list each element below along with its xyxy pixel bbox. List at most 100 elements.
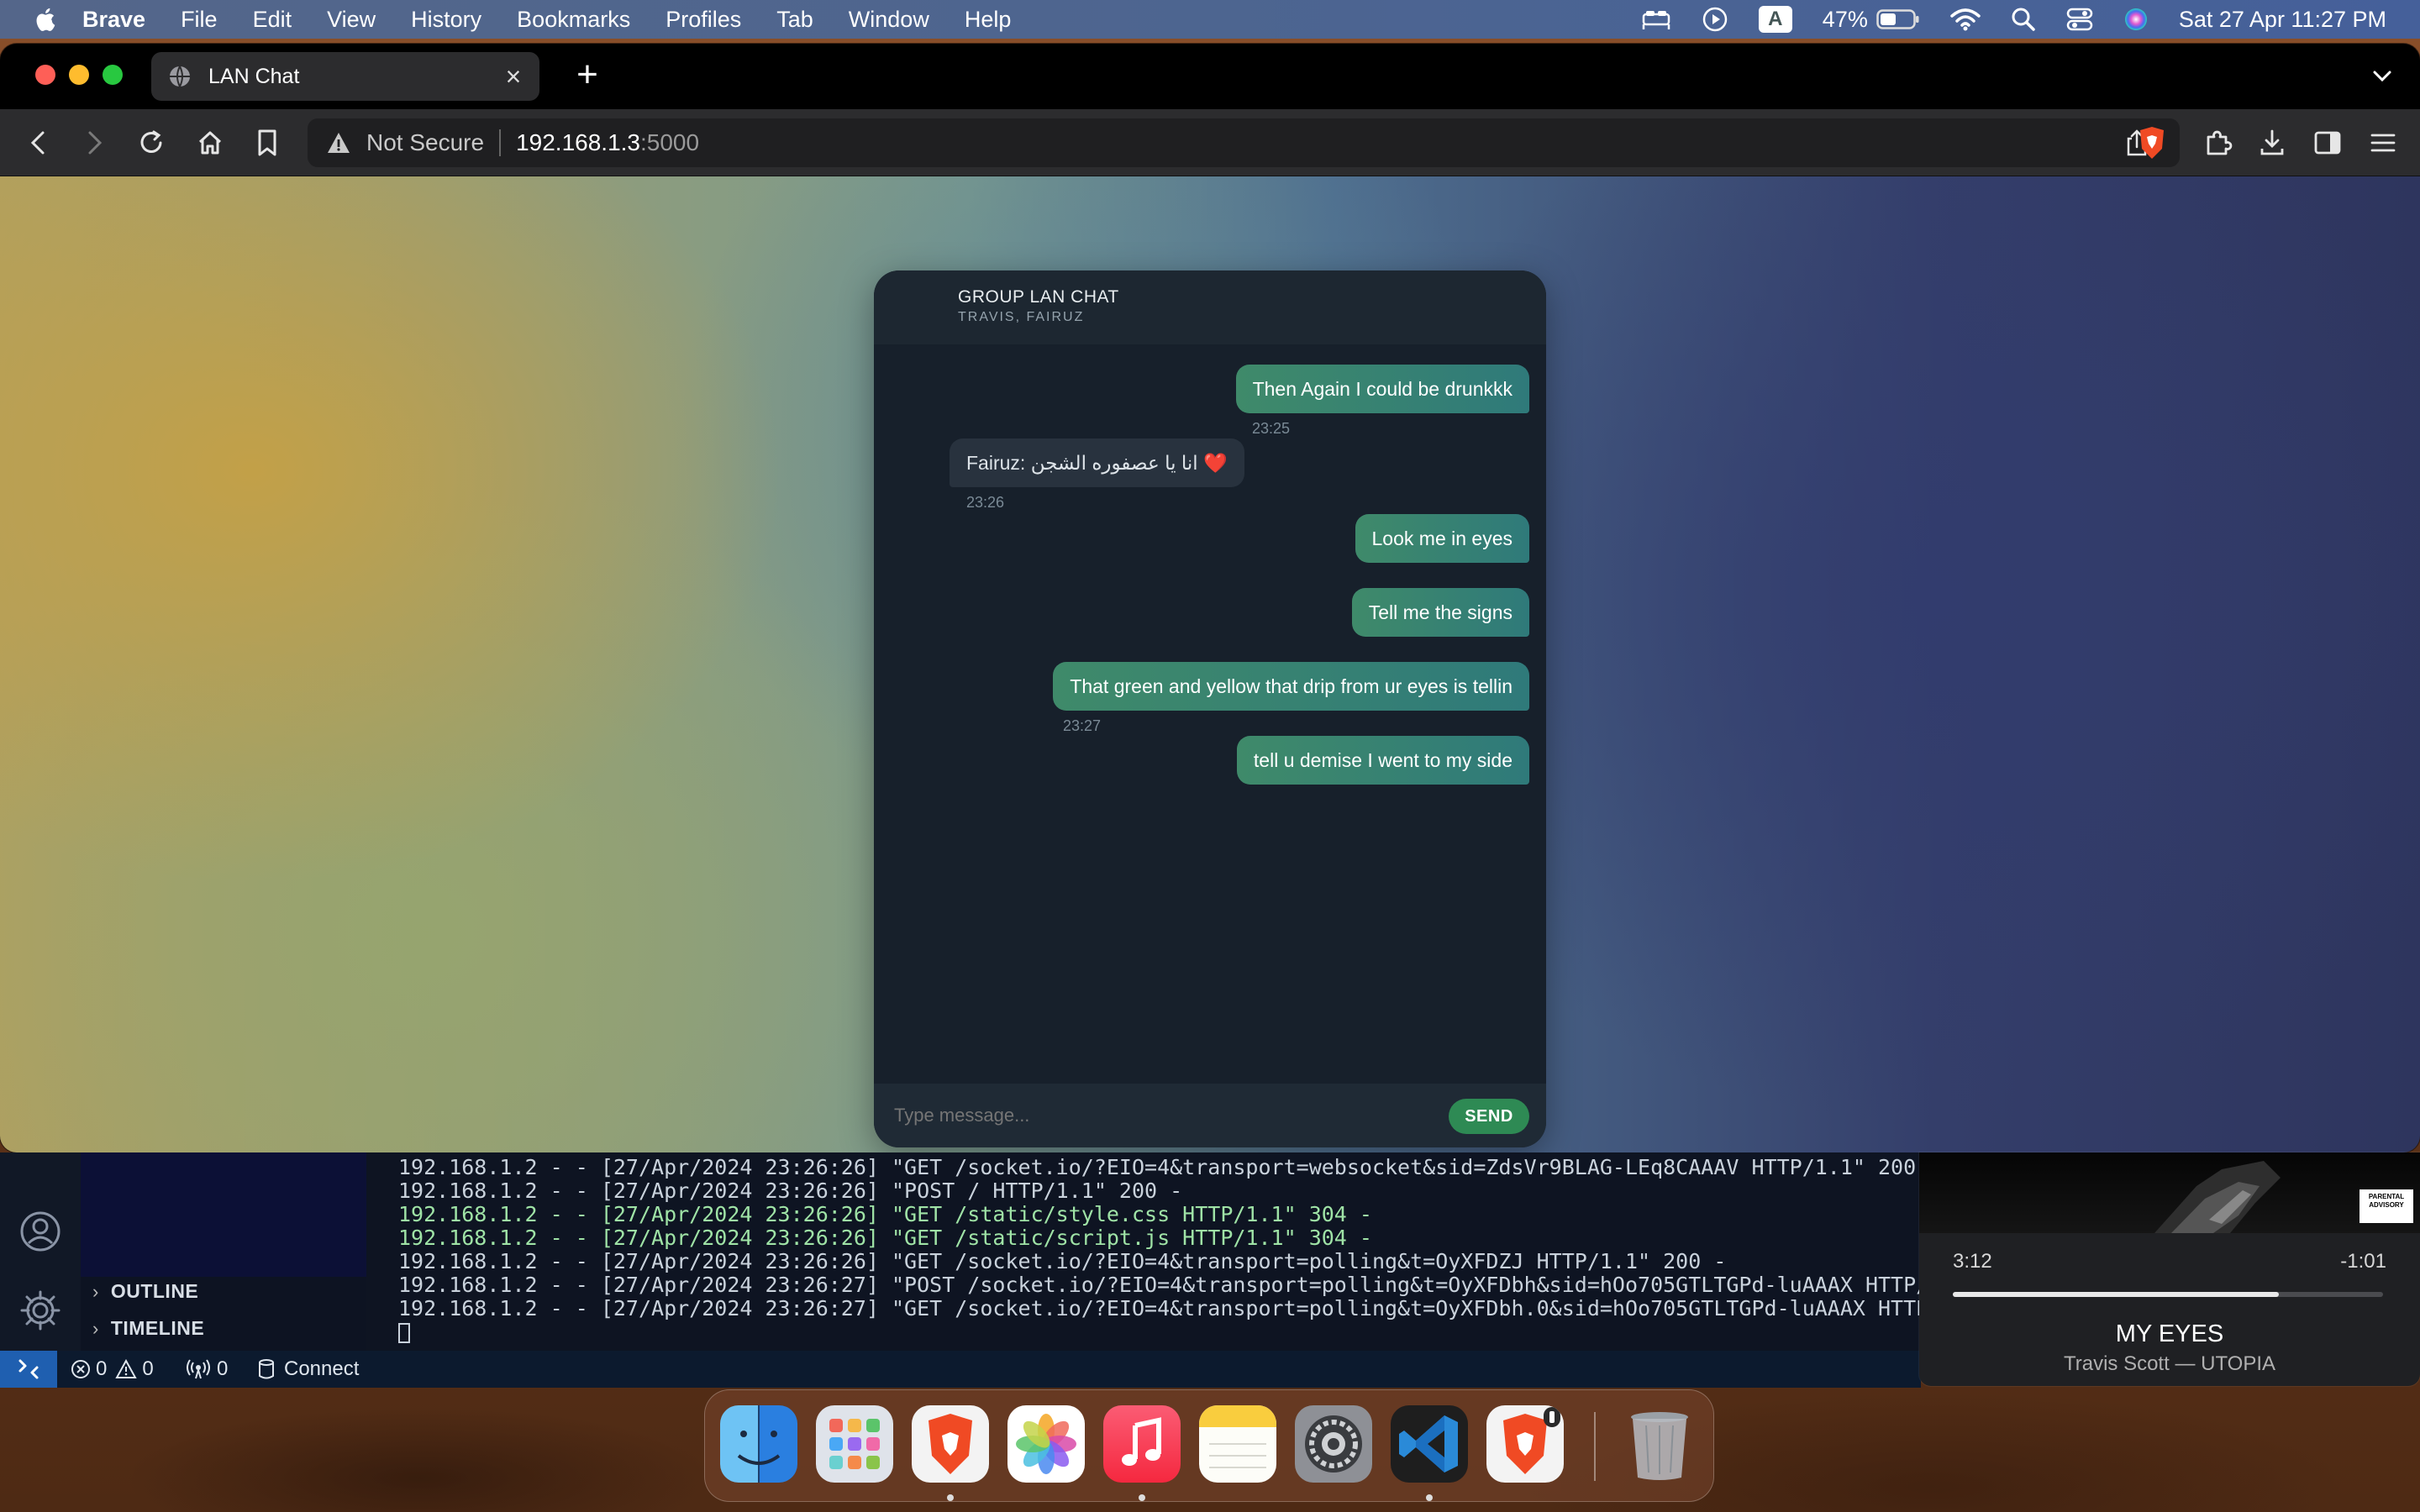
brave-browser-icon[interactable] xyxy=(912,1405,989,1483)
notes-icon[interactable] xyxy=(1199,1405,1276,1483)
home-button[interactable] xyxy=(193,126,227,160)
running-indicator xyxy=(947,1494,954,1501)
wifi-icon[interactable] xyxy=(1950,8,1981,31)
terminal-line: 192.168.1.2 - - [27/Apr/2024 23:26:26] "… xyxy=(398,1226,1372,1250)
terminal-line: 192.168.1.2 - - [27/Apr/2024 23:26:26] "… xyxy=(398,1249,1727,1273)
menu-view[interactable]: View xyxy=(327,7,376,33)
main-menu-icon[interactable] xyxy=(2366,126,2400,160)
activity-bar xyxy=(0,1152,81,1351)
menu-profiles[interactable]: Profiles xyxy=(666,7,741,33)
menu-tab[interactable]: Tab xyxy=(776,7,813,33)
forward-button[interactable] xyxy=(77,126,111,160)
brave-browser-window: LAN Chat × + Not Secure 192.168.1.3 :500… xyxy=(0,44,2420,1152)
chevron-right-icon: › xyxy=(92,1280,99,1302)
bookmark-button[interactable] xyxy=(250,126,284,160)
error-icon xyxy=(71,1360,90,1378)
song-title: MY EYES xyxy=(2115,1320,2224,1347)
minimize-window-button[interactable] xyxy=(69,65,89,85)
message-bubble-outgoing: Look me in eyes xyxy=(1355,514,1529,563)
terminal-line: 192.168.1.2 - - [27/Apr/2024 23:26:26] "… xyxy=(398,1179,1183,1203)
menu-bar-clock[interactable]: Sat 27 Apr 11:27 PM xyxy=(2179,7,2386,33)
playback-progress-bar[interactable] xyxy=(1953,1292,2383,1297)
chat-title: GROUP LAN CHAT xyxy=(958,287,1119,307)
warning-count: 0 xyxy=(142,1357,154,1380)
menu-window[interactable]: Window xyxy=(849,7,929,33)
send-button[interactable]: SEND xyxy=(1449,1099,1529,1134)
trash-icon[interactable] xyxy=(1621,1405,1698,1483)
message-time: 23:25 xyxy=(1252,420,1291,437)
security-indicator[interactable]: Not Secure xyxy=(366,129,484,156)
message-bubble-outgoing: That green and yellow that drip from ur … xyxy=(1053,662,1529,711)
url-host[interactable]: 192.168.1.3 xyxy=(516,129,640,156)
spotlight-search-icon[interactable] xyxy=(2011,7,2036,32)
error-count: 0 xyxy=(96,1357,108,1380)
finder-icon[interactable] xyxy=(720,1405,797,1483)
database-connect-button[interactable]: Connect xyxy=(257,1351,359,1388)
music-mini-player: PARENTAL ADVISORY 3:12 -1:01 MY EYES Tra… xyxy=(1919,1152,2420,1386)
sidebar-toggle-icon[interactable] xyxy=(2311,126,2344,160)
settings-gear-icon[interactable] xyxy=(18,1289,62,1336)
menu-bar-status-area: A 47% Sat 27 Apr 11:27 PM xyxy=(1611,0,2420,39)
terminal-line: 192.168.1.2 - - [27/Apr/2024 23:26:26] "… xyxy=(398,1202,1372,1226)
remote-indicator-icon[interactable] xyxy=(0,1351,57,1388)
apple-menu-icon[interactable] xyxy=(32,5,60,34)
message-time: 23:27 xyxy=(1063,717,1102,734)
vscode-sidebar: › OUTLINE › TIMELINE xyxy=(81,1152,366,1351)
url-port[interactable]: :5000 xyxy=(640,129,699,156)
back-button[interactable] xyxy=(22,126,55,160)
menu-app-name[interactable]: Brave xyxy=(82,7,145,33)
problems-indicator[interactable]: 0 0 xyxy=(71,1351,154,1388)
extensions-puzzle-icon[interactable] xyxy=(2202,126,2235,160)
account-icon[interactable] xyxy=(18,1210,62,1257)
timeline-section[interactable]: › TIMELINE xyxy=(92,1317,204,1340)
artist-album: Travis Scott — UTOPIA xyxy=(2063,1352,2276,1375)
dock-separator xyxy=(1594,1412,1596,1481)
close-tab-icon[interactable]: × xyxy=(501,63,526,90)
system-settings-icon[interactable] xyxy=(1295,1405,1372,1483)
terminal-cursor[interactable] xyxy=(398,1320,1921,1344)
outline-section[interactable]: › OUTLINE xyxy=(92,1280,198,1303)
battery-icon[interactable] xyxy=(1876,8,1920,30)
menu-bookmarks[interactable]: Bookmarks xyxy=(517,7,630,33)
album-artwork[interactable]: PARENTAL ADVISORY xyxy=(1919,1152,2420,1233)
downloads-icon[interactable] xyxy=(2255,126,2289,160)
menu-help[interactable]: Help xyxy=(965,7,1012,33)
reload-button[interactable] xyxy=(134,126,168,160)
message-input[interactable] xyxy=(894,1099,1398,1132)
warning-icon xyxy=(115,1359,138,1378)
chevron-down-icon[interactable] xyxy=(2368,62,2396,91)
message-time: 23:26 xyxy=(966,494,1005,511)
tab-lan-chat[interactable]: LAN Chat × xyxy=(151,52,539,101)
now-playing-icon[interactable] xyxy=(1702,6,1728,33)
brave-shields-icon[interactable] xyxy=(2133,123,2171,162)
address-bar[interactable]: Not Secure 192.168.1.3 :5000 xyxy=(308,118,2180,167)
ports-indicator[interactable]: 0 xyxy=(187,1351,228,1388)
launchpad-icon[interactable] xyxy=(816,1405,893,1483)
siri-icon[interactable] xyxy=(2123,7,2149,32)
sleep-display-icon[interactable] xyxy=(1641,8,1671,31)
vscode-icon[interactable] xyxy=(1391,1405,1468,1483)
music-app-icon[interactable] xyxy=(1103,1405,1181,1483)
warning-triangle-icon[interactable] xyxy=(326,130,351,155)
terminal-line: 192.168.1.2 - - [27/Apr/2024 23:26:26] "… xyxy=(398,1155,1921,1179)
elapsed-time: 3:12 xyxy=(1953,1250,1992,1273)
close-window-button[interactable] xyxy=(35,65,55,85)
menu-edit[interactable]: Edit xyxy=(253,7,292,33)
menu-history[interactable]: History xyxy=(411,7,481,33)
remaining-time: -1:01 xyxy=(2340,1250,2386,1273)
input-source-indicator[interactable]: A xyxy=(1758,6,1792,33)
timeline-label: TIMELINE xyxy=(110,1317,205,1339)
control-center-icon[interactable] xyxy=(2066,7,2093,32)
zoom-window-button[interactable] xyxy=(103,65,123,85)
new-tab-button[interactable]: + xyxy=(568,55,607,94)
vscode-status-bar: 0 0 0 Connect xyxy=(0,1351,1921,1388)
brave-beta-icon[interactable] xyxy=(1486,1405,1564,1483)
menu-file[interactable]: File xyxy=(181,7,218,33)
terminal-panel[interactable]: 192.168.1.2 - - [27/Apr/2024 23:26:26] "… xyxy=(366,1152,1921,1351)
vscode-window: › OUTLINE › TIMELINE 192.168.1.2 - - [27… xyxy=(0,1152,1921,1388)
chat-window: GROUP LAN CHAT TRAVIS, FAIRUZ Then Again… xyxy=(874,270,1546,1147)
message-composer: SEND xyxy=(874,1084,1546,1147)
message-list[interactable]: Then Again I could be drunkkk 23:25 Fair… xyxy=(874,344,1546,1058)
broadcast-icon xyxy=(187,1359,210,1379)
photos-icon[interactable] xyxy=(1007,1405,1085,1483)
